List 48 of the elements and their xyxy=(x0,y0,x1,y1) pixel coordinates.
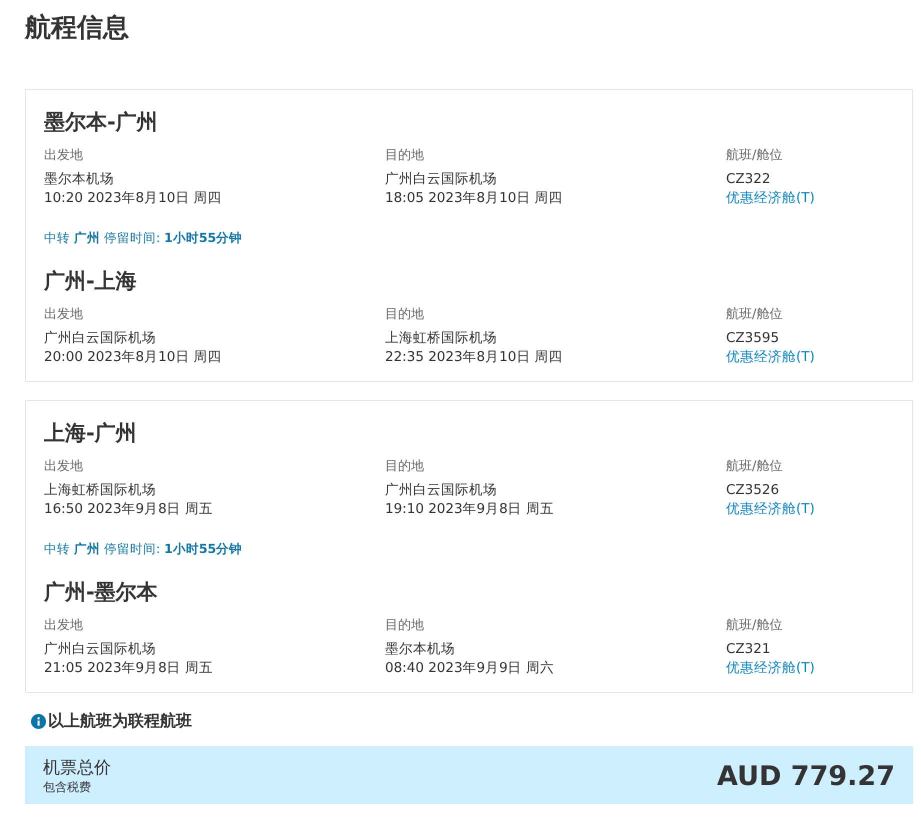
field-label: 航班/舱位 xyxy=(726,617,784,634)
field-label: 目的地 xyxy=(385,458,425,475)
airport-name: 墨尔本机场 xyxy=(385,640,456,659)
cabin-link[interactable]: 优惠经济舱(T) xyxy=(726,348,815,367)
note-text: 以上航班为联程航班 xyxy=(48,711,192,732)
airport-name: 广州白云国际机场 xyxy=(385,170,498,189)
route-title: 广州-上海 xyxy=(44,268,138,295)
info-icon xyxy=(31,714,46,729)
arrival-time: 19:10 2023年9月8日 周五 xyxy=(385,500,556,519)
flight-number: CZ322 xyxy=(726,170,772,189)
field-label: 出发地 xyxy=(44,458,84,475)
departure-time: 10:20 2023年8月10日 周四 xyxy=(44,189,223,208)
airport-name: 墨尔本机场 xyxy=(44,170,115,189)
transfer-info: 中转 广州 停留时间: 1小时55分钟 xyxy=(44,541,244,558)
arrival-time: 22:35 2023年8月10日 周四 xyxy=(385,348,564,367)
field-label: 目的地 xyxy=(385,617,425,634)
total-amount: AUD 779.27 xyxy=(717,760,895,792)
departure-time: 21:05 2023年9月8日 周五 xyxy=(44,659,214,678)
field-label: 目的地 xyxy=(385,306,425,323)
departure-time: 20:00 2023年8月10日 周四 xyxy=(44,348,223,367)
cabin-link[interactable]: 优惠经济舱(T) xyxy=(726,500,815,519)
route-title: 墨尔本-广州 xyxy=(44,109,159,136)
arrival-time: 08:40 2023年9月9日 周六 xyxy=(385,659,556,678)
field-label: 目的地 xyxy=(385,147,425,164)
transfer-info: 中转 广州 停留时间: 1小时55分钟 xyxy=(44,230,244,247)
field-label: 航班/舱位 xyxy=(726,458,784,475)
flight-number: CZ3595 xyxy=(726,329,780,348)
departure-time: 16:50 2023年9月8日 周五 xyxy=(44,500,214,519)
cabin-link[interactable]: 优惠经济舱(T) xyxy=(726,659,815,678)
tax-note: 包含税费 xyxy=(43,779,92,796)
cabin-link[interactable]: 优惠经济舱(T) xyxy=(726,189,815,208)
route-title: 上海-广州 xyxy=(44,420,138,447)
total-label: 机票总价 xyxy=(43,757,111,779)
airport-name: 广州白云国际机场 xyxy=(44,329,157,348)
airport-name: 上海虹桥国际机场 xyxy=(385,329,498,348)
field-label: 出发地 xyxy=(44,306,84,323)
airport-name: 广州白云国际机场 xyxy=(44,640,157,659)
airport-name: 上海虹桥国际机场 xyxy=(44,481,157,500)
page-title: 航程信息 xyxy=(25,12,130,45)
airport-name: 广州白云国际机场 xyxy=(385,481,498,500)
field-label: 航班/舱位 xyxy=(726,147,784,164)
field-label: 航班/舱位 xyxy=(726,306,784,323)
route-title: 广州-墨尔本 xyxy=(44,579,159,606)
flight-number: CZ321 xyxy=(726,640,772,659)
field-label: 出发地 xyxy=(44,147,84,164)
field-label: 出发地 xyxy=(44,617,84,634)
flight-number: CZ3526 xyxy=(726,481,780,500)
arrival-time: 18:05 2023年8月10日 周四 xyxy=(385,189,564,208)
